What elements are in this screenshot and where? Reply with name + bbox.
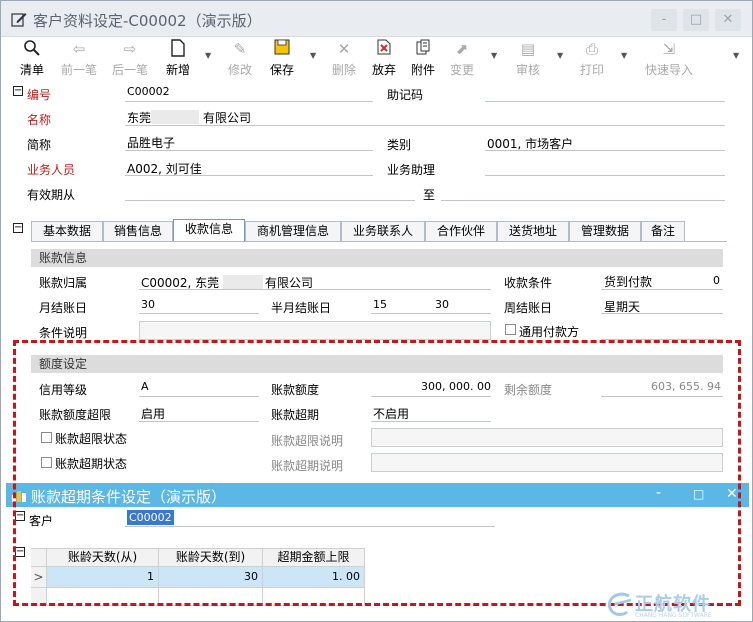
tab-sales-info[interactable]: 销售信息: [103, 221, 173, 241]
tab-baseline: [31, 241, 727, 242]
chevron-down-icon[interactable]: ▼: [621, 51, 627, 60]
new-button[interactable]: 新增: [161, 39, 195, 81]
valid-to-label: 至: [423, 188, 436, 202]
code-value: C00002: [127, 85, 170, 98]
short-name-label: 简称: [27, 138, 52, 152]
half-month-label: 半月结账日: [271, 301, 332, 315]
chevron-down-icon[interactable]: ▼: [557, 51, 563, 60]
edit-button[interactable]: ✎ 修改: [223, 39, 257, 81]
attachment-icon: [416, 39, 430, 55]
customer-settings-window: 客户资料设定-C00002（演示版） - □ ✕ 清单 ⇦ 前一笔 ⇨ 后一笔 …: [0, 0, 753, 622]
weekly-close-label: 周结账日: [504, 301, 553, 315]
import-icon: ⇲: [662, 40, 676, 58]
terms-number: 0: [713, 274, 720, 287]
change-button[interactable]: ⬈ 变更: [445, 39, 479, 81]
print-button[interactable]: ⎙ 打印: [575, 39, 609, 81]
valid-to-input[interactable]: [441, 200, 725, 201]
highlight-dashed-frame: [13, 340, 741, 606]
close-button[interactable]: ✕: [715, 9, 741, 31]
tab-notes[interactable]: 备注: [641, 221, 685, 241]
tab-opportunity-info[interactable]: 商机管理信息: [245, 221, 341, 241]
terms-value: 货到付款: [604, 275, 653, 289]
sales-person-input-line[interactable]: [125, 175, 373, 176]
mnemonic-label: 助记码: [387, 88, 424, 102]
chevron-down-icon[interactable]: ▼: [733, 51, 739, 60]
discard-icon: [377, 39, 391, 55]
delete-button[interactable]: ✕ 删除: [327, 39, 361, 81]
printer-icon: ⎙: [585, 40, 598, 58]
list-button[interactable]: 清单: [15, 39, 49, 81]
name-prefix: 东莞: [127, 111, 152, 125]
audit-button[interactable]: ▤ 审核: [511, 39, 545, 81]
name-input-line[interactable]: [125, 125, 725, 126]
tab-payment-info[interactable]: 收款信息: [173, 219, 245, 242]
tabs-collapse-toggle[interactable]: −: [13, 223, 23, 233]
terms-label: 收款条件: [504, 276, 553, 290]
chevron-down-icon[interactable]: ▼: [205, 51, 211, 60]
sales-assistant-label: 业务助理: [387, 163, 436, 177]
condition-label: 条件说明: [39, 326, 88, 340]
delete-x-icon: ✕: [337, 40, 351, 58]
category-input-line[interactable]: [485, 150, 725, 151]
tab-delivery-address[interactable]: 送货地址: [497, 221, 569, 241]
pencil-icon: ✎: [233, 40, 247, 58]
arrow-left-icon: ⇦: [72, 40, 86, 58]
redacted-block: [151, 110, 199, 124]
short-name-input-line[interactable]: [125, 150, 373, 151]
owner-input-line[interactable]: [139, 289, 491, 290]
terms-input-line[interactable]: [601, 289, 723, 290]
attachment-button[interactable]: 附件: [406, 39, 440, 81]
edit-icon: [11, 13, 27, 27]
change-icon: ⬈: [455, 40, 469, 58]
half-month-input-line[interactable]: [371, 313, 491, 314]
redacted-block: [223, 275, 263, 289]
tab-contacts[interactable]: 业务联系人: [341, 221, 425, 241]
minimize-button[interactable]: -: [651, 9, 677, 31]
payment-section-header: 账款信息: [31, 249, 723, 267]
code-label: 编号: [27, 88, 52, 102]
toolbar: 清单 ⇦ 前一笔 ⇨ 后一笔 新增 ▼ ✎ 修改 保存 ▼ ✕ 删除 放弃 附件…: [1, 37, 752, 83]
condition-input[interactable]: [139, 321, 491, 340]
collapse-toggle[interactable]: −: [13, 86, 23, 96]
arrow-right-icon: ⇨: [123, 40, 137, 58]
half-month-value-2: 30: [435, 298, 449, 311]
general-payer-label: 通用付款方: [519, 325, 580, 339]
mnemonic-input[interactable]: [485, 101, 725, 102]
quick-import-button[interactable]: ⇲ 快速导入: [639, 39, 699, 81]
save-disk-icon: [274, 39, 290, 55]
tab-management-data[interactable]: 管理数据: [569, 221, 641, 241]
valid-from-label: 有效期从: [27, 188, 76, 202]
category-label: 类别: [387, 138, 412, 152]
monthly-close-value: 30: [141, 298, 155, 311]
name-label: 名称: [27, 113, 52, 127]
chevron-down-icon[interactable]: ▼: [310, 51, 316, 60]
save-button[interactable]: 保存: [265, 39, 299, 81]
valid-from-input[interactable]: [125, 200, 415, 201]
list-search-icon: [24, 40, 40, 56]
chevron-down-icon[interactable]: ▼: [491, 51, 497, 60]
code-input-line[interactable]: [125, 101, 373, 102]
watermark-subtext: CHANG HANG SOFTWARE: [635, 612, 712, 619]
tab-basic-data[interactable]: 基本数据: [31, 221, 103, 241]
tab-partners[interactable]: 合作伙伴: [425, 221, 497, 241]
short-name-value: 品胜电子: [127, 136, 176, 150]
prev-record-button[interactable]: ⇦ 前一笔: [57, 39, 101, 81]
sales-person-label: 业务人员: [27, 163, 76, 177]
monthly-close-label: 月结账日: [39, 301, 88, 315]
swoosh-logo-icon: [608, 592, 632, 616]
window-title: 客户资料设定-C00002（演示版）: [33, 12, 262, 30]
half-month-value-1: 15: [373, 298, 387, 311]
monthly-close-input-line[interactable]: [139, 313, 259, 314]
audit-icon: ▤: [520, 40, 536, 58]
watermark-logo: 正航软件 CHANG HANG SOFTWARE: [605, 590, 751, 620]
weekly-close-input-line[interactable]: [601, 313, 723, 314]
new-document-icon: [171, 39, 185, 57]
discard-button[interactable]: 放弃: [367, 39, 401, 81]
owner-label: 账款归属: [39, 276, 88, 290]
sales-assistant-input[interactable]: [485, 175, 725, 176]
name-suffix: 有限公司: [203, 111, 252, 125]
next-record-button[interactable]: ⇨ 后一笔: [108, 39, 152, 81]
maximize-button[interactable]: □: [683, 9, 709, 31]
general-payer-checkbox[interactable]: [505, 324, 516, 335]
